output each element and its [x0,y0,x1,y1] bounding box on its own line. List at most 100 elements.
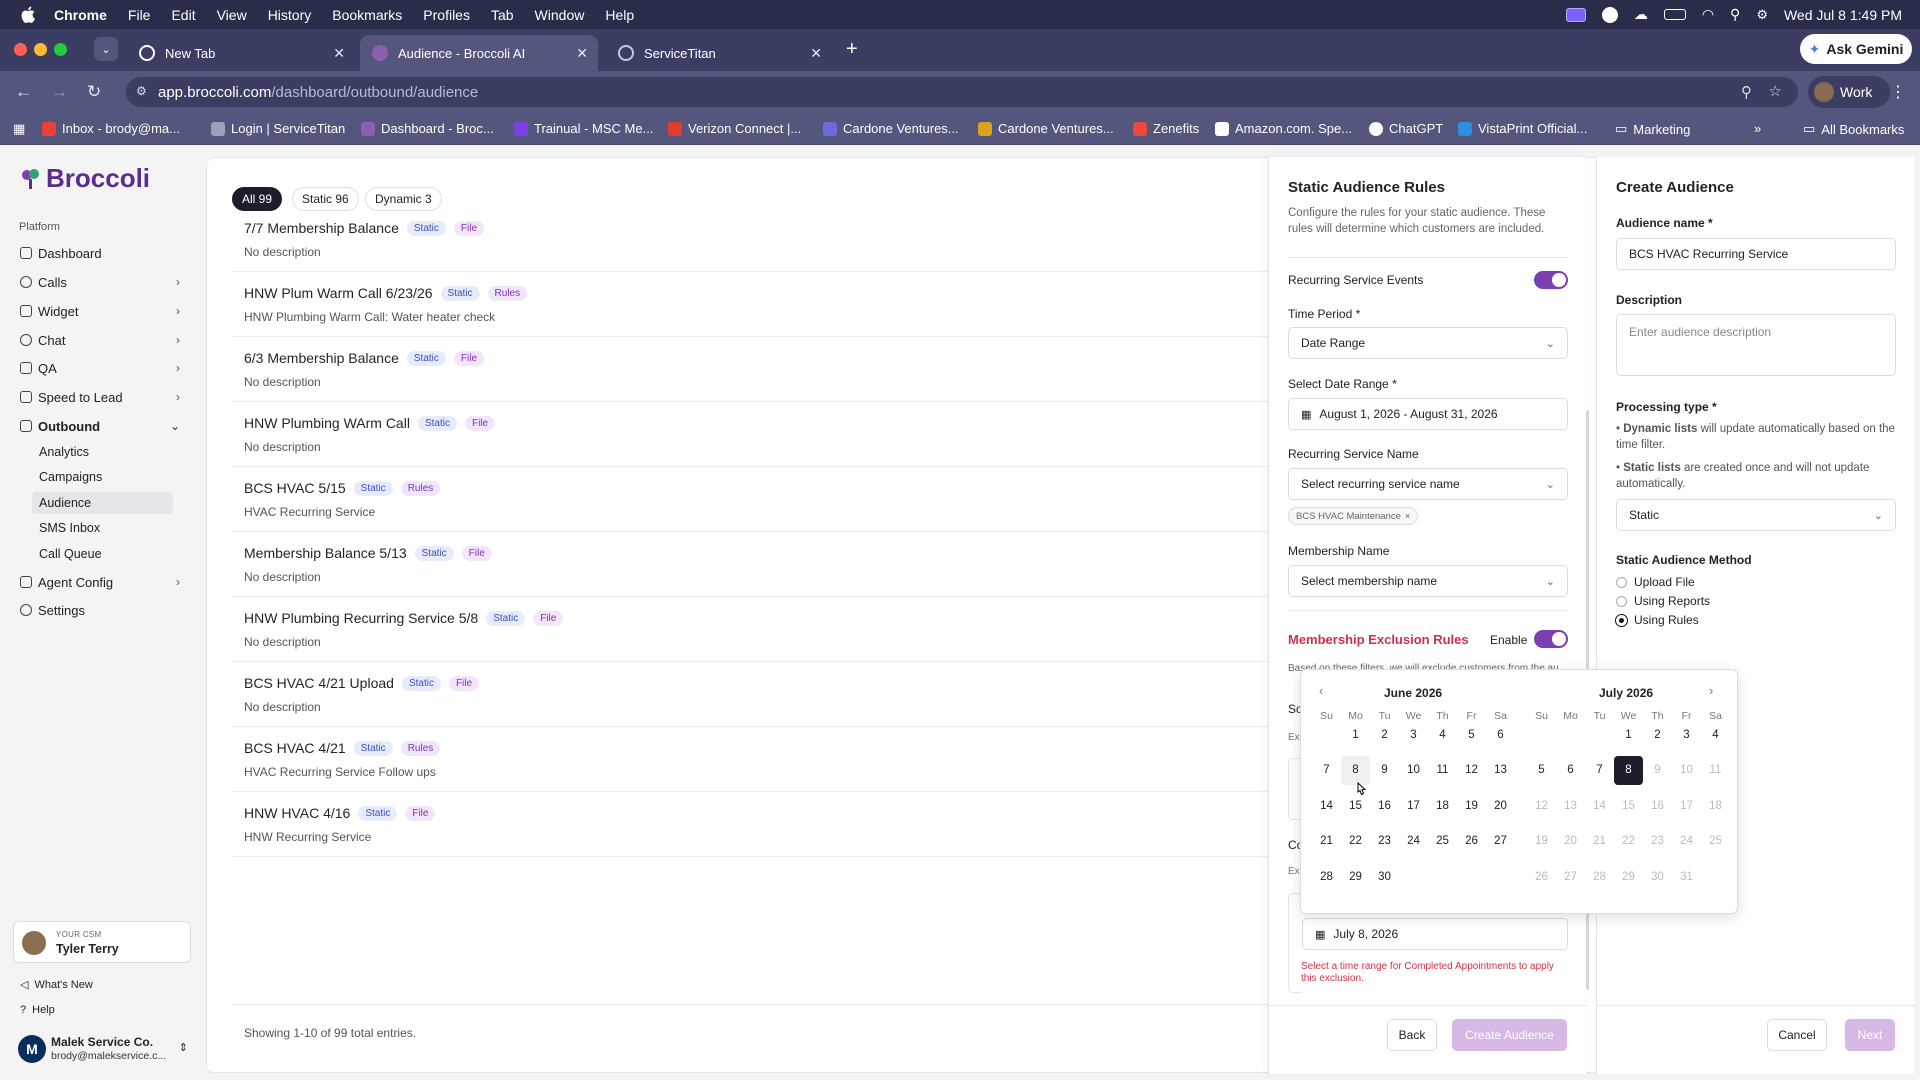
bookmark-dashboard[interactable]: Dashboard - Broc... [361,121,494,136]
june-day-13[interactable]: 13 [1486,756,1515,785]
june-day-29[interactable]: 29 [1341,862,1370,891]
july-day-2[interactable]: 2 [1643,720,1672,749]
july-day-20[interactable]: 20 [1556,827,1585,856]
menu-file[interactable]: File [128,7,151,23]
forward-arrow-icon[interactable]: → [51,82,68,102]
june-day-5[interactable]: 5 [1457,720,1486,749]
chip-remove-icon[interactable]: × [1405,511,1411,522]
bookmark-servicetitan[interactable]: Login | ServiceTitan [211,121,345,136]
processing-type-select[interactable]: Static ⌄ [1616,499,1896,531]
close-tab-icon[interactable]: ✕ [576,45,588,62]
menu-history[interactable]: History [268,7,312,23]
july-day-27[interactable]: 27 [1556,862,1585,891]
bookmark-cardone-2[interactable]: Cardone Ventures... [978,121,1114,136]
july-day-3[interactable]: 3 [1672,720,1701,749]
tab-search-icon[interactable]: ⌄ [94,37,118,61]
profile-button[interactable]: Work [1808,76,1890,108]
june-day-7[interactable]: 7 [1312,756,1341,785]
bookmark-inbox[interactable]: Inbox - brody@ma... [42,121,180,136]
bookmark-cardone-1[interactable]: Cardone Ventures... [823,121,959,136]
membership-select[interactable]: Select membership name ⌄ [1288,565,1568,597]
june-day-20[interactable]: 20 [1486,791,1515,820]
july-day-11[interactable]: 11 [1701,756,1730,785]
nav-analytics[interactable]: Analytics [39,441,89,463]
june-day-16[interactable]: 16 [1370,791,1399,820]
bookmark-star-icon[interactable]: ☆ [1769,82,1782,100]
create-audience-button[interactable]: Create Audience [1452,1019,1567,1051]
nav-qa[interactable]: QA › [20,357,190,379]
back-arrow-icon[interactable]: ← [15,82,32,102]
radio-upload-file[interactable]: Upload File [1616,575,1695,589]
june-day-2[interactable]: 2 [1370,720,1399,749]
july-day-8[interactable]: 8 [1614,755,1643,785]
june-day-14[interactable]: 14 [1312,791,1341,820]
july-day-21[interactable]: 21 [1585,827,1614,856]
july-day-9[interactable]: 9 [1643,756,1672,785]
radio-using-rules[interactable]: Using Rules [1616,613,1699,627]
july-day-24[interactable]: 24 [1672,827,1701,856]
menu-profiles[interactable]: Profiles [423,7,470,23]
july-day-25[interactable]: 25 [1701,827,1730,856]
june-day-3[interactable]: 3 [1399,720,1428,749]
back-button[interactable]: Back [1387,1019,1437,1051]
tab-new-tab[interactable]: New Tab ✕ [127,35,355,71]
june-day-22[interactable]: 22 [1341,827,1370,856]
maximize-window-button[interactable] [54,43,67,56]
nav-sms-inbox[interactable]: SMS Inbox [39,517,100,539]
july-day-18[interactable]: 18 [1701,791,1730,820]
tab-servicetitan[interactable]: ServiceTitan ✕ [606,35,832,71]
account-switcher[interactable]: M Malek Service Co. brody@malekservice.c… [18,1033,188,1069]
apple-icon[interactable] [20,6,36,24]
new-tab-icon[interactable]: + [846,38,858,61]
june-day-4[interactable]: 4 [1428,720,1457,749]
june-day-28[interactable]: 28 [1312,862,1341,891]
nav-calls[interactable]: Calls › [20,271,190,293]
june-day-12[interactable]: 12 [1457,756,1486,785]
service-chip[interactable]: BCS HVAC Maintenance × [1288,507,1419,525]
exclusion-enable-toggle[interactable] [1534,630,1568,648]
broccoli-logo[interactable]: Broccoli [20,163,150,194]
cancel-button[interactable]: Cancel [1767,1019,1827,1051]
next-button[interactable]: Next [1845,1019,1895,1051]
bookmark-all[interactable]: ▭ All Bookmarks [1803,121,1904,137]
menu-help[interactable]: Help [605,7,634,23]
nav-chat[interactable]: Chat › [20,329,190,351]
june-day-30[interactable]: 30 [1370,862,1399,891]
june-day-23[interactable]: 23 [1370,827,1399,856]
july-day-7[interactable]: 7 [1585,756,1614,785]
chrome-menu-icon[interactable]: ⋮ [1890,82,1906,102]
menu-bookmarks[interactable]: Bookmarks [332,7,402,23]
prev-month-icon[interactable]: ‹ [1319,683,1323,698]
july-day-16[interactable]: 16 [1643,791,1672,820]
address-bar[interactable]: ⚙ app.broccoli.com/dashboard/outbound/au… [126,77,1798,107]
csm-card[interactable]: YOUR CSM Tyler Terry [13,921,191,963]
june-day-9[interactable]: 9 [1370,756,1399,785]
june-day-17[interactable]: 17 [1399,791,1428,820]
menu-edit[interactable]: Edit [171,7,195,23]
help-link[interactable]: ? Help [20,1004,55,1016]
menu-tab[interactable]: Tab [491,7,514,23]
july-day-17[interactable]: 17 [1672,791,1701,820]
apps-grid-icon[interactable]: ▦ [13,121,25,137]
screen-record-icon[interactable] [1565,7,1586,22]
june-day-10[interactable]: 10 [1399,756,1428,785]
june-day-8[interactable]: 8 [1341,755,1370,785]
july-day-15[interactable]: 15 [1614,791,1643,820]
nav-settings[interactable]: Settings [20,599,190,621]
nav-dashboard[interactable]: Dashboard [20,242,190,264]
june-day-24[interactable]: 24 [1399,827,1428,856]
date-range-input[interactable]: ▦ August 1, 2026 - August 31, 2026 [1288,398,1568,430]
service-name-select[interactable]: Select recurring service name ⌄ [1288,468,1568,500]
site-info-icon[interactable]: ⚙ [136,84,147,98]
more-bookmarks-icon[interactable]: » [1754,121,1761,136]
control-center-icon[interactable]: ⚙ [1756,7,1768,23]
bookmark-zenefits[interactable]: Zenefits [1133,121,1199,136]
zoom-icon[interactable]: ⚲ [1741,83,1752,101]
june-day-1[interactable]: 1 [1341,720,1370,749]
wifi-icon[interactable]: ◠ [1702,6,1714,23]
completed-date-input[interactable]: ▦ July 8, 2026 [1302,918,1568,950]
june-day-26[interactable]: 26 [1457,827,1486,856]
time-period-select[interactable]: Date Range ⌄ [1288,327,1568,359]
whats-new-link[interactable]: ◁ What's New [20,978,93,992]
july-day-22[interactable]: 22 [1614,827,1643,856]
